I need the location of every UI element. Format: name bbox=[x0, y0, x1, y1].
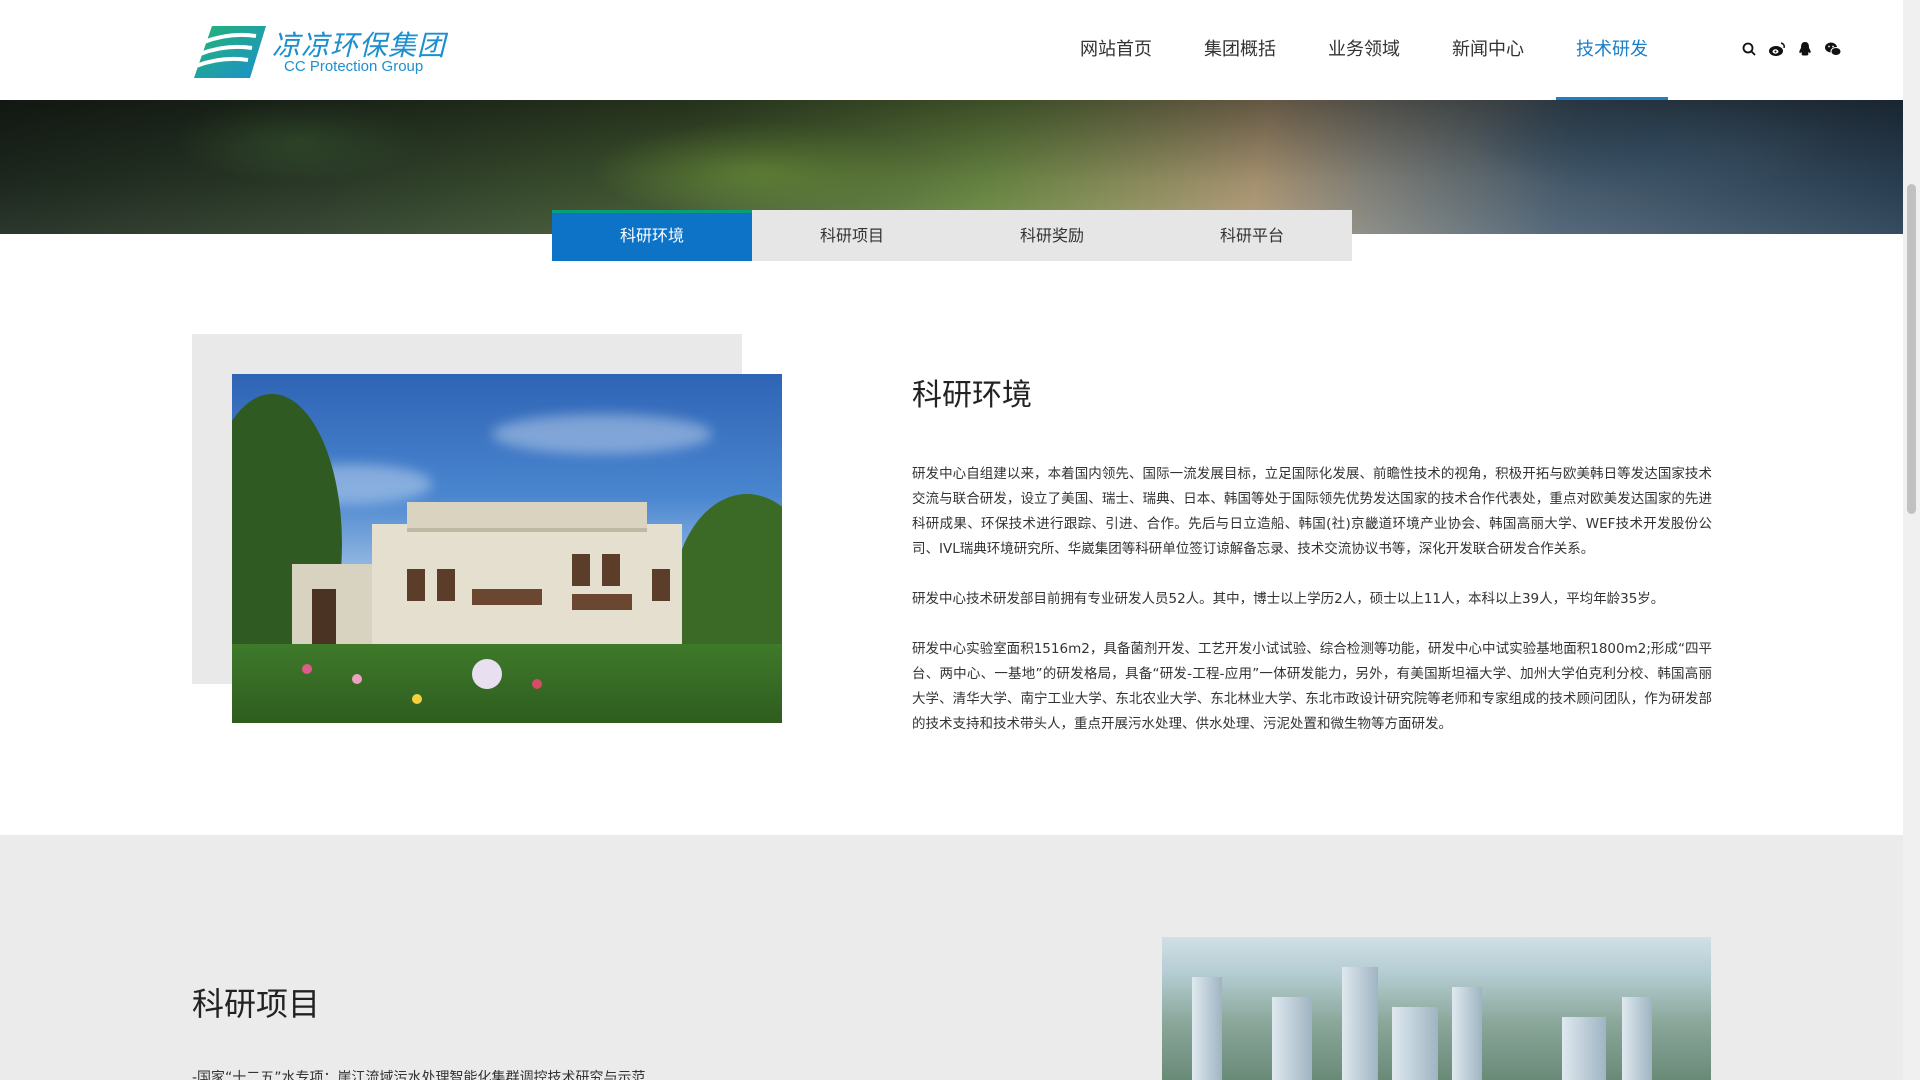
brand-logo-icon bbox=[194, 26, 266, 78]
research-environment-paragraph: 研发中心自组建以来，本着国内领先、国际一流发展目标，立足国际化发展、前瞻性技术的… bbox=[912, 466, 1712, 557]
page-scrollbar[interactable] bbox=[1903, 0, 1920, 1080]
wechat-icon[interactable] bbox=[1824, 40, 1842, 58]
weibo-icon[interactable] bbox=[1768, 40, 1786, 58]
research-environment-paragraph: 研发中心实验室面积1516m2，具备菌剂开发、工艺开发小试试验、综合检测等功能，… bbox=[912, 641, 1712, 732]
nav-item-business[interactable]: 业务领域 bbox=[1308, 0, 1420, 100]
research-environment-title: 科研环境 bbox=[912, 378, 1032, 413]
research-environment-paragraph: 研发中心技术研发部目前拥有专业研发人员52人。其中，博士以上学历2人，硕士以上1… bbox=[912, 591, 1665, 607]
tab-research-awards[interactable]: 科研奖励 bbox=[952, 210, 1152, 261]
nav-item-about[interactable]: 集团概括 bbox=[1184, 0, 1296, 100]
research-projects-title: 科研项目 bbox=[192, 985, 321, 1023]
search-icon[interactable] bbox=[1740, 40, 1758, 58]
research-projects-section: 科研项目 -国家“十二五”水专项：崖江流域污水处理智能化集群调控技术研究与示范 bbox=[0, 835, 1903, 1080]
tab-research-projects[interactable]: 科研项目 bbox=[752, 210, 952, 261]
research-project-item: -国家“十二五”水专项：崖江流域污水处理智能化集群调控技术研究与示范 bbox=[192, 1070, 646, 1080]
qq-icon[interactable] bbox=[1796, 40, 1814, 58]
nav-item-research[interactable]: 技术研发 bbox=[1556, 0, 1668, 100]
main-nav: 网站首页 集团概括 业务领域 新闻中心 技术研发 bbox=[1060, 0, 1680, 100]
brand-logo[interactable]: 凉凉环保集团 CC Protection Group bbox=[190, 22, 450, 82]
research-environment-content: 科研环境 研发中心自组建以来，本着国内领先、国际一流发展目标，立足国际化发展、前… bbox=[912, 370, 1712, 762]
city-aerial-photo bbox=[1162, 937, 1711, 1080]
nav-item-home[interactable]: 网站首页 bbox=[1060, 0, 1172, 100]
tab-research-platform[interactable]: 科研平台 bbox=[1152, 210, 1352, 261]
scrollbar-thumb[interactable] bbox=[1907, 184, 1916, 514]
tab-research-environment[interactable]: 科研环境 bbox=[552, 210, 752, 261]
header-tools bbox=[1740, 40, 1842, 58]
research-building-photo bbox=[232, 374, 782, 723]
site-header: 凉凉环保集团 CC Protection Group 网站首页 集团概括 业务领… bbox=[0, 0, 1903, 100]
section-tabs: 科研环境 科研项目 科研奖励 科研平台 bbox=[552, 210, 1352, 261]
nav-item-news[interactable]: 新闻中心 bbox=[1432, 0, 1544, 100]
brand-name-en: CC Protection Group bbox=[284, 58, 424, 75]
